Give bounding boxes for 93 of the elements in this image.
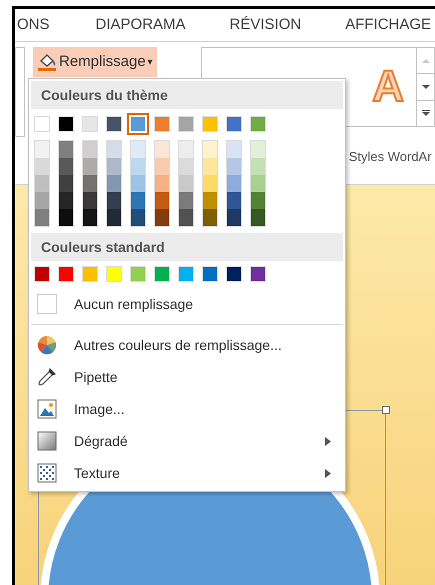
menu-item[interactable]: Aucun remplissage: [29, 288, 345, 320]
color-swatch[interactable]: [226, 116, 242, 132]
ribbon-tab[interactable]: RÉVISION: [208, 14, 324, 36]
shade-swatch[interactable]: [83, 192, 97, 209]
shade-swatch[interactable]: [35, 209, 49, 226]
color-swatch[interactable]: [106, 266, 122, 282]
shade-swatch[interactable]: [155, 141, 169, 158]
resize-handle[interactable]: [382, 406, 390, 414]
shade-swatch[interactable]: [227, 175, 241, 192]
paint-bucket-icon: [37, 52, 57, 72]
group-label: Styles WordAr: [348, 148, 432, 166]
shade-swatch[interactable]: [83, 209, 97, 226]
shade-swatch[interactable]: [131, 158, 145, 175]
shade-swatch[interactable]: [131, 192, 145, 209]
color-swatch[interactable]: [82, 116, 98, 132]
color-swatch[interactable]: [34, 116, 50, 132]
shade-swatch[interactable]: [203, 175, 217, 192]
color-swatch[interactable]: [178, 266, 194, 282]
gradient-square-icon: [37, 431, 57, 451]
section-header: Couleurs du thème: [31, 81, 343, 109]
menu-item[interactable]: Pipette: [29, 361, 345, 393]
shade-swatch[interactable]: [227, 158, 241, 175]
section-header: Couleurs standard: [31, 233, 343, 261]
color-swatch[interactable]: [58, 266, 74, 282]
menu-item[interactable]: Dégradé: [29, 425, 345, 457]
shade-swatch[interactable]: [203, 141, 217, 158]
eyedropper-icon: [37, 367, 57, 387]
shade-swatch[interactable]: [251, 141, 265, 158]
shade-swatch[interactable]: [59, 209, 73, 226]
color-swatch[interactable]: [154, 116, 170, 132]
color-swatch[interactable]: [106, 116, 122, 132]
menu-item[interactable]: Autres couleurs de remplissage...: [29, 329, 345, 361]
ribbon-tab[interactable]: DIAPORAMA: [74, 14, 208, 36]
shade-swatch[interactable]: [179, 192, 193, 209]
color-swatch[interactable]: [226, 266, 242, 282]
shade-swatch[interactable]: [179, 158, 193, 175]
color-swatch[interactable]: [154, 266, 170, 282]
color-swatch[interactable]: [202, 116, 218, 132]
shade-swatch[interactable]: [35, 141, 49, 158]
color-swatch[interactable]: [58, 116, 74, 132]
empty-swatch-icon: [37, 294, 57, 314]
shade-swatch[interactable]: [203, 209, 217, 226]
shade-swatch[interactable]: [179, 209, 193, 226]
color-swatch[interactable]: [82, 266, 98, 282]
shade-swatch[interactable]: [83, 175, 97, 192]
shade-swatch[interactable]: [227, 141, 241, 158]
shade-swatch[interactable]: [155, 158, 169, 175]
shade-swatch[interactable]: [251, 158, 265, 175]
picture-icon: [37, 399, 57, 419]
ribbon-tab[interactable]: AFFICHAGE: [323, 14, 435, 36]
fill-button[interactable]: Remplissage▾: [33, 47, 157, 77]
color-swatch[interactable]: [202, 266, 218, 282]
shade-swatch[interactable]: [179, 175, 193, 192]
shade-swatch[interactable]: [35, 158, 49, 175]
color-swatch[interactable]: [250, 116, 266, 132]
shade-swatch[interactable]: [107, 192, 121, 209]
shade-swatch[interactable]: [203, 192, 217, 209]
shade-swatch[interactable]: [35, 175, 49, 192]
shade-swatch[interactable]: [227, 192, 241, 209]
shade-swatch[interactable]: [59, 158, 73, 175]
shade-swatch[interactable]: [59, 175, 73, 192]
shade-swatch[interactable]: [155, 175, 169, 192]
shade-swatch[interactable]: [131, 141, 145, 158]
ribbon-tab[interactable]: ONS: [15, 14, 74, 36]
shade-swatch[interactable]: [107, 175, 121, 192]
shade-swatch[interactable]: [251, 209, 265, 226]
color-swatch[interactable]: [178, 116, 194, 132]
submenu-arrow-icon: [325, 468, 331, 478]
shade-swatch[interactable]: [131, 175, 145, 192]
shade-swatch[interactable]: [203, 158, 217, 175]
shade-swatch[interactable]: [155, 209, 169, 226]
color-swatch[interactable]: [130, 266, 146, 282]
shade-swatch[interactable]: [107, 141, 121, 158]
shade-swatch[interactable]: [107, 209, 121, 226]
texture-icon: [37, 463, 57, 483]
shade-swatch[interactable]: [59, 192, 73, 209]
shade-swatch[interactable]: [107, 158, 121, 175]
shade-swatch[interactable]: [227, 209, 241, 226]
shade-swatch[interactable]: [59, 141, 73, 158]
shade-swatch[interactable]: [251, 175, 265, 192]
shade-swatch[interactable]: [83, 158, 97, 175]
submenu-arrow-icon: [325, 436, 331, 446]
shade-swatch[interactable]: [251, 192, 265, 209]
color-swatch[interactable]: [250, 266, 266, 282]
shade-swatch[interactable]: [155, 192, 169, 209]
color-wheel-icon: [37, 335, 57, 355]
shade-swatch[interactable]: [83, 141, 97, 158]
menu-item[interactable]: Image...: [29, 393, 345, 425]
shade-swatch[interactable]: [35, 192, 49, 209]
shade-swatch[interactable]: [131, 209, 145, 226]
menu-item[interactable]: Texture: [29, 457, 345, 489]
shade-swatch[interactable]: [179, 141, 193, 158]
color-swatch[interactable]: [34, 266, 50, 282]
